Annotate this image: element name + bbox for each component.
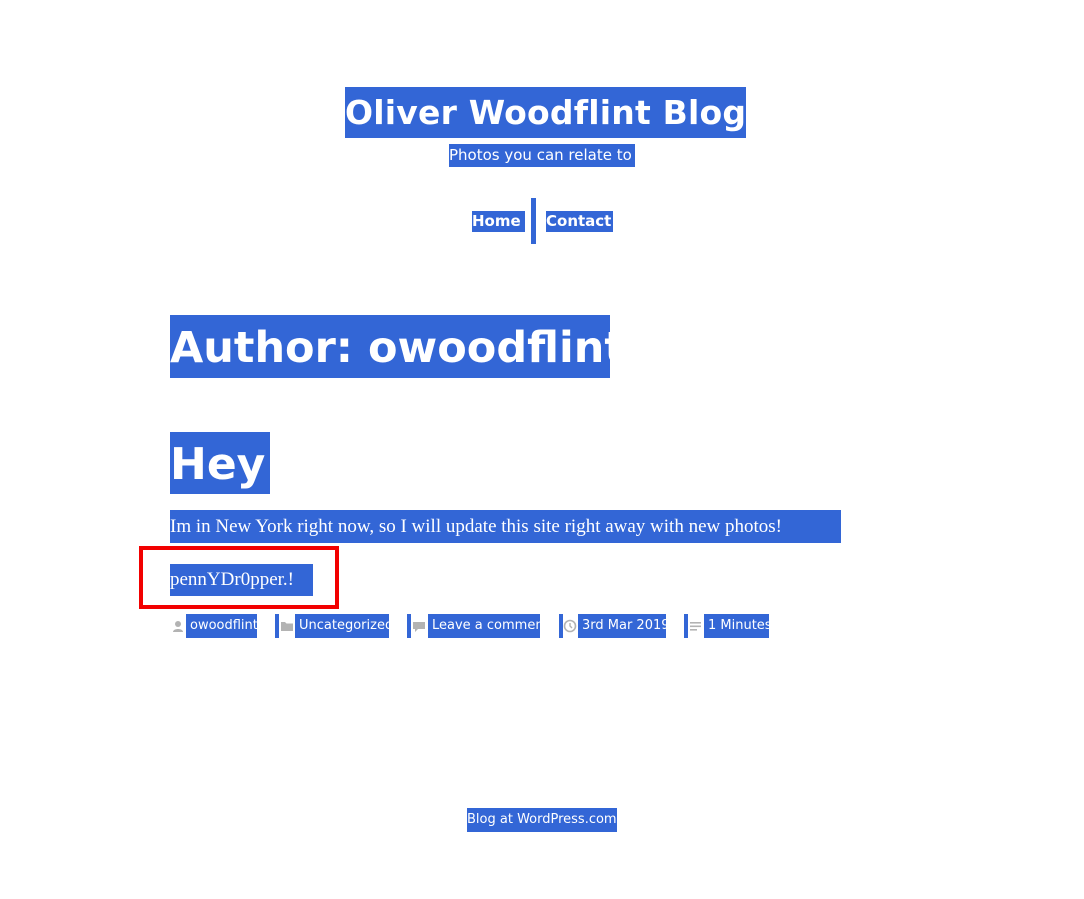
archive-title: Author: owoodflint xyxy=(170,315,610,378)
meta-separator xyxy=(407,614,411,638)
person-icon xyxy=(173,621,183,632)
speech-bubble-icon xyxy=(413,622,425,632)
post-comments-link[interactable]: Leave a comment xyxy=(428,614,540,638)
post-date-link[interactable]: 3rd Mar 2019 xyxy=(578,614,666,638)
site-tagline: Photos you can relate to xyxy=(449,144,635,167)
post-reading-time: 1 Minutes xyxy=(704,614,769,638)
meta-separator xyxy=(275,614,279,638)
lines-icon xyxy=(690,622,701,631)
meta-separator xyxy=(684,614,688,638)
nav-separator xyxy=(531,198,536,244)
post-paragraph: Im in New York right now, so I will upda… xyxy=(170,510,841,543)
folder-icon xyxy=(281,622,293,631)
post-category-link[interactable]: Uncategorized xyxy=(295,614,389,638)
clock-icon xyxy=(563,619,577,633)
annotation-box xyxy=(139,546,339,609)
site-title[interactable]: Oliver Woodflint Blog xyxy=(345,87,746,138)
nav-item-home[interactable]: Home xyxy=(472,211,525,232)
nav-item-contact[interactable]: Contact xyxy=(546,211,613,232)
page: Oliver Woodflint Blog Photos you can rel… xyxy=(0,0,1084,899)
footer-credit-link[interactable]: Blog at WordPress.com. xyxy=(467,808,617,832)
post-author-link[interactable]: owoodflint xyxy=(186,614,257,638)
post-title[interactable]: Hey xyxy=(170,432,270,494)
